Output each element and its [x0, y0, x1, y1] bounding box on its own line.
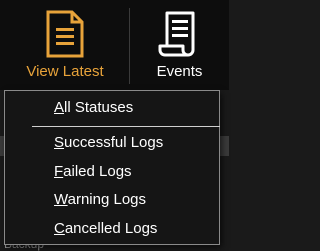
menu-item-label: ailed Logs [63, 163, 132, 180]
view-latest-label: View Latest [26, 63, 104, 80]
menu-item-label: arning Logs [67, 191, 147, 208]
menu-separator [32, 126, 220, 127]
app-window: View Latest Events Backup All Statuses S… [0, 0, 229, 251]
menu-item-label: ancelled Logs [64, 220, 158, 237]
menu-item-label: uccessful Logs [64, 134, 164, 151]
events-button[interactable]: Events [130, 0, 229, 90]
mnemonic-a: A [54, 99, 65, 116]
menu-item-label: ll Statuses [64, 99, 134, 116]
view-latest-dropdown-menu: All Statuses Successful Logs Failed Logs… [4, 90, 220, 245]
mnemonic-c: C [54, 220, 65, 237]
document-icon [46, 10, 84, 58]
menu-item-successful-logs[interactable]: Successful Logs [54, 131, 163, 155]
menu-item-failed-logs[interactable]: Failed Logs [54, 160, 132, 184]
mnemonic-w: W [54, 191, 68, 208]
view-latest-button[interactable]: View Latest [0, 0, 130, 90]
scroll-icon [158, 11, 195, 57]
menu-item-cancelled-logs[interactable]: Cancelled Logs [54, 217, 157, 241]
ribbon-toolbar: View Latest Events [0, 0, 229, 90]
menu-item-warning-logs[interactable]: Warning Logs [54, 188, 146, 212]
menu-item-all-statuses[interactable]: All Statuses [54, 96, 133, 120]
events-label: Events [156, 63, 203, 80]
mnemonic-s: S [54, 134, 65, 151]
mnemonic-f: F [54, 163, 64, 180]
